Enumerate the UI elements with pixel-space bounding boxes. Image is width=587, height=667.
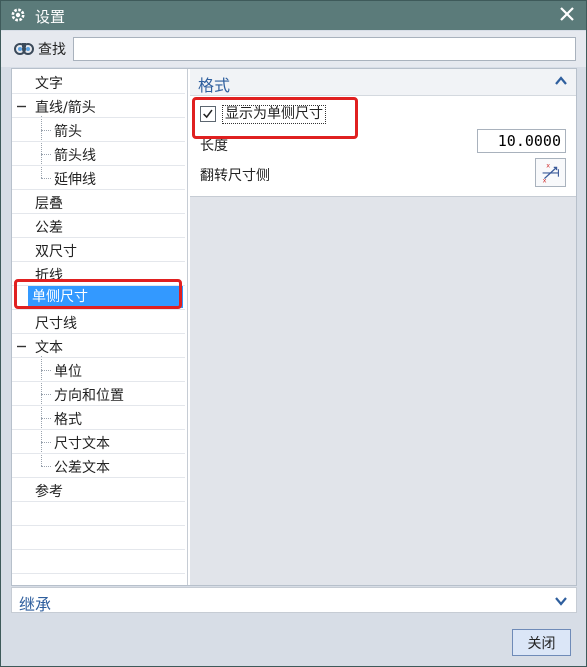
tree-guide-line xyxy=(41,442,51,443)
tree-item[interactable]: 延伸线 xyxy=(12,166,185,190)
tree-item[interactable]: 尺寸线 xyxy=(12,310,185,334)
window-title: 设置 xyxy=(35,8,66,26)
tree-item[interactable]: 方向和位置 xyxy=(12,382,185,406)
tree-guide-line xyxy=(41,154,51,155)
tree-item[interactable]: 折线 xyxy=(12,262,185,286)
tree-item[interactable]: 格式 xyxy=(12,406,185,430)
tree-guide-line xyxy=(41,394,51,395)
tree-item-label: 箭头 xyxy=(54,124,82,140)
checkmark-icon xyxy=(203,109,213,119)
tree-item[interactable]: 单侧尺寸 xyxy=(12,286,185,310)
tree-item[interactable]: 箭头线 xyxy=(12,142,185,166)
tree-item[interactable]: 箭头 xyxy=(12,118,185,142)
tree-item[interactable]: 双尺寸 xyxy=(12,238,185,262)
tree-guide-line xyxy=(41,418,51,419)
close-button[interactable]: 关闭 xyxy=(512,629,571,656)
tree-empty-row xyxy=(12,502,185,526)
tree-item[interactable]: 层叠 xyxy=(12,190,185,214)
tree-item-label: 折线 xyxy=(35,268,63,284)
flip-side-label: 翻转尺寸侧 xyxy=(200,168,270,184)
tree-guide-line xyxy=(41,130,51,131)
tree-item-label: 双尺寸 xyxy=(35,244,77,260)
tree-item-label: 文字 xyxy=(35,76,63,92)
length-label: 长度 xyxy=(200,138,228,154)
tree-item-label: 公差文本 xyxy=(54,460,110,476)
tree-item-label: 直线/箭头 xyxy=(35,100,96,116)
search-bar: 查找 xyxy=(1,31,586,67)
tree-item-label: 单位 xyxy=(54,364,82,380)
collapse-up-icon[interactable] xyxy=(554,75,568,87)
tree-item-label: 参考 xyxy=(35,484,63,500)
single-sided-checkbox-label[interactable]: 显示为单侧尺寸 xyxy=(222,105,326,124)
tree-empty-row xyxy=(12,550,185,574)
format-section-header[interactable]: 格式 xyxy=(190,69,576,96)
tree-item-label: 方向和位置 xyxy=(54,388,124,404)
tree-item[interactable]: 文字 xyxy=(12,70,185,94)
details-pane: 格式 显示为单侧尺寸 长度 翻转尺寸侧 xyxy=(190,69,576,585)
tree-item[interactable]: 文本 xyxy=(12,334,185,358)
inherit-section[interactable]: 继承 xyxy=(11,587,577,614)
tree-item-label: 单侧尺寸 xyxy=(28,286,183,308)
format-section: 格式 显示为单侧尺寸 长度 翻转尺寸侧 xyxy=(190,69,576,197)
close-icon[interactable] xyxy=(558,5,576,23)
single-sided-checkbox[interactable] xyxy=(200,106,216,122)
format-section-title: 格式 xyxy=(198,76,231,95)
tree-item-label: 延伸线 xyxy=(54,172,96,188)
tree-item[interactable]: 公差文本 xyxy=(12,454,185,478)
tree-guide-line xyxy=(41,370,51,371)
tree-item-label: 尺寸文本 xyxy=(54,436,110,452)
gear-icon xyxy=(11,8,25,22)
tree-empty-row xyxy=(12,526,185,550)
tree-item[interactable]: 参考 xyxy=(12,478,185,502)
flip-side-icon: x x xyxy=(543,161,559,184)
flip-side-button[interactable]: x x xyxy=(535,158,566,187)
tree-item-label: 层叠 xyxy=(35,196,63,212)
length-input[interactable] xyxy=(477,129,566,153)
inherit-section-title: 继承 xyxy=(19,595,52,614)
settings-panel: 文字直线/箭头箭头箭头线延伸线层叠公差双尺寸折线单侧尺寸尺寸线文本单位方向和位置… xyxy=(11,68,577,586)
tree-item-label: 公差 xyxy=(35,220,63,236)
collapse-minus-icon[interactable] xyxy=(17,342,26,351)
tree-item-label: 尺寸线 xyxy=(35,316,77,332)
search-input[interactable] xyxy=(73,37,576,61)
tree-item[interactable]: 公差 xyxy=(12,214,185,238)
tree-item-label: 文本 xyxy=(35,340,63,356)
category-tree[interactable]: 文字直线/箭头箭头箭头线延伸线层叠公差双尺寸折线单侧尺寸尺寸线文本单位方向和位置… xyxy=(12,69,188,585)
tree-item[interactable]: 尺寸文本 xyxy=(12,430,185,454)
tree-item[interactable]: 单位 xyxy=(12,358,185,382)
title-bar: 设置 xyxy=(1,1,586,30)
tree-guide-line xyxy=(41,178,51,179)
settings-dialog: 设置 查找 文字直线/箭头箭头箭头线延伸线层叠公差双尺寸折线单侧尺寸尺寸线文本单… xyxy=(0,0,587,667)
tree-guide-line xyxy=(41,466,51,467)
collapse-minus-icon[interactable] xyxy=(17,102,26,111)
search-icon xyxy=(14,43,34,55)
tree-item-label: 格式 xyxy=(54,412,82,428)
search-label: 查找 xyxy=(38,42,66,58)
tree-item-label: 箭头线 xyxy=(54,148,96,164)
tree-item[interactable]: 直线/箭头 xyxy=(12,94,185,118)
expand-down-icon[interactable] xyxy=(554,595,568,607)
svg-text:x: x xyxy=(543,176,547,184)
svg-text:x: x xyxy=(546,161,550,169)
